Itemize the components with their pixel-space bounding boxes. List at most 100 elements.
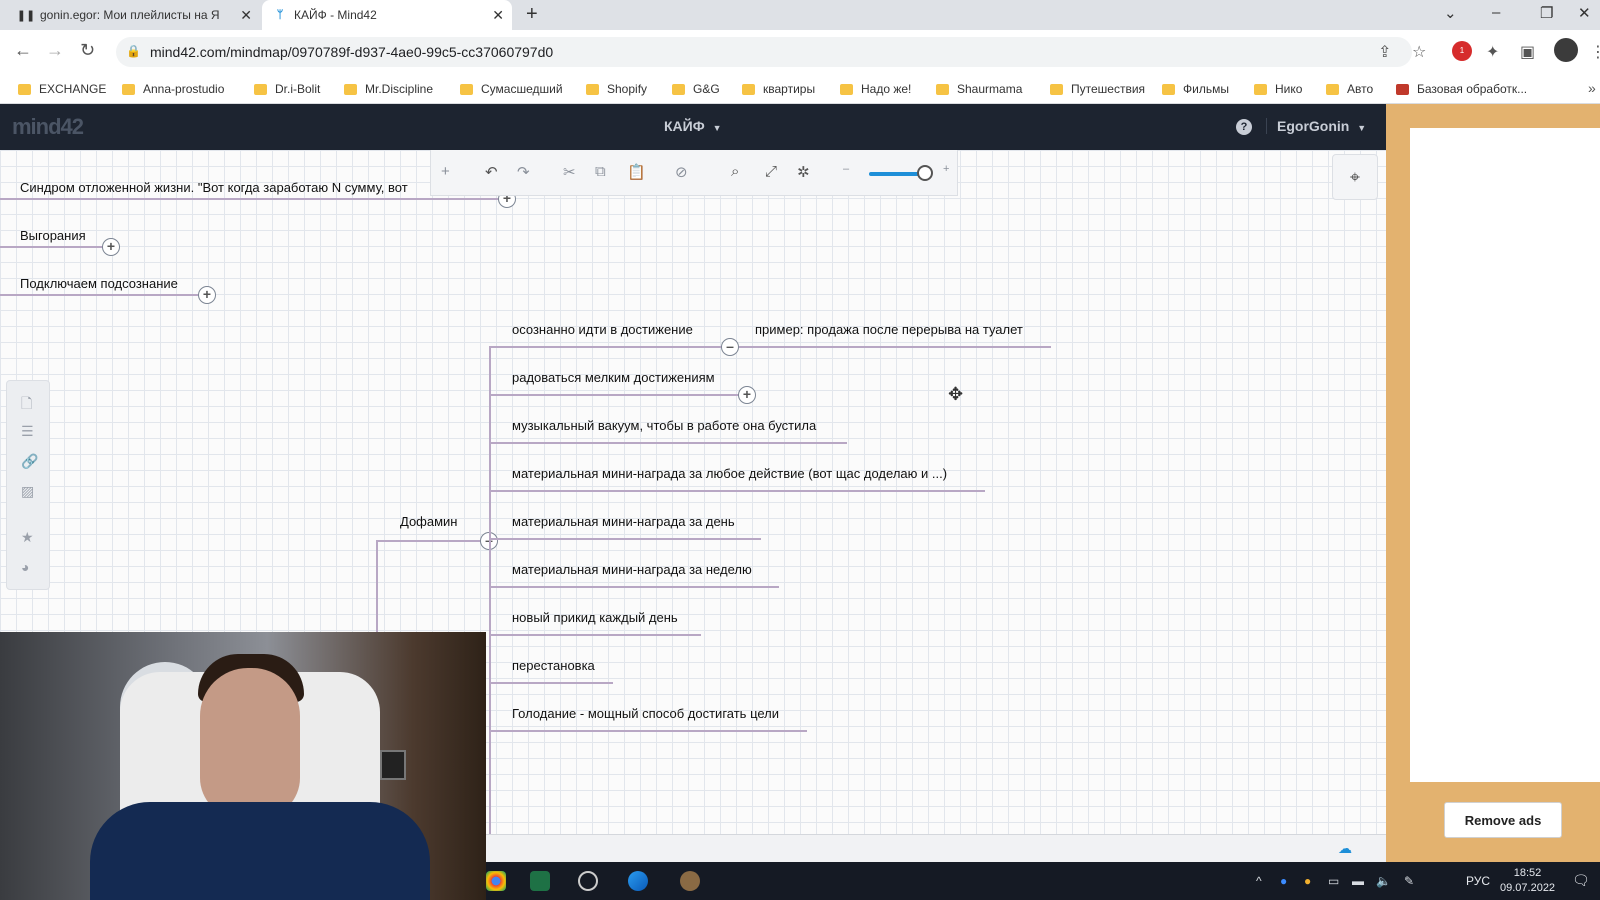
- app-logo[interactable]: mind42: [12, 114, 84, 140]
- bookmark-item[interactable]: Надо же!: [840, 82, 911, 96]
- language-indicator[interactable]: РУС: [1466, 874, 1490, 888]
- mindmap-node[interactable]: Выгорания: [20, 228, 86, 243]
- lock-icon[interactable]: 🔒: [126, 44, 141, 58]
- bookmark-item[interactable]: Авто: [1326, 82, 1373, 96]
- chevron-up-icon[interactable]: ^: [1256, 874, 1262, 888]
- app-icon[interactable]: [680, 871, 700, 891]
- browser-tab-strip: ❚❚ gonin.egor: Мои плейлисты на Я ✕ ᛘ КА…: [0, 0, 1600, 30]
- bookmark-item[interactable]: Фильмы: [1162, 82, 1229, 96]
- list-icon[interactable]: ☰: [21, 423, 34, 440]
- chevron-down-icon[interactable]: ⌄: [1444, 4, 1457, 22]
- zoom-out-icon[interactable]: –: [843, 163, 849, 175]
- cut-icon[interactable]: ✂: [563, 163, 576, 181]
- minimize-button[interactable]: –: [1492, 4, 1500, 21]
- zoom-in-icon[interactable]: +: [943, 163, 949, 175]
- notification-icon[interactable]: 🗨: [1572, 872, 1590, 889]
- link-icon[interactable]: 🔗: [21, 453, 38, 470]
- tray-app-icon[interactable]: ●: [1280, 874, 1287, 888]
- map-title-menu[interactable]: КАЙФ ▼: [664, 118, 721, 134]
- remove-ads-button[interactable]: Remove ads: [1444, 802, 1562, 838]
- copy-icon[interactable]: ⧉: [595, 163, 606, 180]
- tray-chrome-icon[interactable]: ●: [1304, 874, 1311, 888]
- reload-icon[interactable]: ↻: [80, 40, 95, 61]
- zoom-slider-handle[interactable]: [917, 165, 933, 181]
- bookmark-item[interactable]: Базовая обработк...: [1396, 82, 1527, 96]
- undo-icon[interactable]: ↶: [485, 163, 498, 181]
- close-icon[interactable]: ✕: [240, 7, 252, 24]
- note-icon[interactable]: 🗋: [21, 393, 32, 417]
- bookmark-item[interactable]: Shopify: [586, 82, 647, 96]
- expand-node-button[interactable]: +: [198, 286, 216, 304]
- user-menu[interactable]: EgorGonin ▼: [1266, 118, 1366, 134]
- star-icon[interactable]: ☆: [1412, 42, 1426, 62]
- redo-icon[interactable]: ↷: [517, 163, 530, 181]
- bookmark-item[interactable]: Сумасшедший: [460, 82, 563, 96]
- back-arrow-icon[interactable]: ←: [14, 40, 32, 61]
- mindmap-node[interactable]: радоваться мелким достижениям: [512, 370, 715, 385]
- bookmark-item[interactable]: Dr.i-Bolit: [254, 82, 320, 96]
- node-connector: [489, 730, 807, 732]
- collapse-node-button[interactable]: –: [721, 338, 739, 356]
- close-window-button[interactable]: ✕: [1578, 4, 1591, 22]
- mindmap-node[interactable]: пример: продажа после перерыва на туалет: [755, 322, 1023, 337]
- avatar[interactable]: [1554, 38, 1578, 62]
- mindmap-node[interactable]: материальная мини-награда за неделю: [512, 562, 752, 577]
- mindmap-node[interactable]: перестановка: [512, 658, 595, 673]
- add-node-icon[interactable]: +: [441, 163, 450, 180]
- app-icon[interactable]: [628, 871, 648, 891]
- mindmap-node[interactable]: осознанно идти в достижение: [512, 322, 693, 337]
- palette-icon[interactable]: ◕: [21, 559, 29, 575]
- mindmap-node[interactable]: музыкальный вакуум, чтобы в работе она б…: [512, 418, 816, 433]
- mindmap-node[interactable]: материальная мини-награда за день: [512, 514, 735, 529]
- expand-node-button[interactable]: +: [102, 238, 120, 256]
- share-icon[interactable]: ⇪: [1378, 42, 1391, 62]
- expand-all-icon[interactable]: ✲: [797, 163, 810, 181]
- new-tab-button[interactable]: +: [526, 3, 538, 26]
- browser-tab-yandex[interactable]: ❚❚ gonin.egor: Мои плейлисты на Я ✕: [8, 0, 260, 30]
- cloud-sync-icon[interactable]: ☁: [1338, 840, 1352, 857]
- mindmap-node[interactable]: Синдром отложенной жизни. "Вот когда зар…: [20, 180, 408, 195]
- mindmap-node[interactable]: Голодание - мощный способ достигать цели: [512, 706, 779, 721]
- pen-icon[interactable]: ✎: [1404, 874, 1414, 888]
- expand-node-button[interactable]: +: [738, 386, 756, 404]
- ad-area[interactable]: [1410, 128, 1600, 782]
- chevron-right-icon[interactable]: »: [1588, 80, 1596, 96]
- bookmark-item[interactable]: Mr.Discipline: [344, 82, 433, 96]
- forward-arrow-icon[interactable]: →: [46, 40, 64, 61]
- bookmark-item[interactable]: квартиры: [742, 82, 815, 96]
- volume-icon[interactable]: 🔈: [1376, 874, 1391, 888]
- extension-badge[interactable]: 1: [1452, 41, 1472, 61]
- bookmark-item[interactable]: Anna-prostudio: [122, 82, 224, 96]
- center-map-button[interactable]: ⌖: [1332, 154, 1378, 200]
- clock-app-icon[interactable]: [578, 871, 598, 891]
- search-icon[interactable]: ⌕: [731, 163, 739, 180]
- mindmap-node[interactable]: Подключаем подсознание: [20, 276, 178, 291]
- restore-button[interactable]: ❐: [1540, 4, 1553, 22]
- battery-icon[interactable]: ▬: [1352, 874, 1364, 888]
- bookmark-item[interactable]: Путешествия: [1050, 82, 1145, 96]
- excel-icon[interactable]: [530, 871, 550, 891]
- clock[interactable]: 18:52 09.07.2022: [1500, 866, 1555, 896]
- bookmark-item[interactable]: Нико: [1254, 82, 1302, 96]
- mindmap-node[interactable]: материальная мини-награда за любое дейст…: [512, 466, 947, 481]
- close-icon[interactable]: ✕: [492, 7, 504, 24]
- star-icon[interactable]: ★: [21, 529, 34, 546]
- help-icon[interactable]: ?: [1236, 119, 1252, 135]
- bookmark-item[interactable]: Shaurmama: [936, 82, 1022, 96]
- fit-screen-icon[interactable]: ⤢: [765, 163, 777, 180]
- mindmap-node-parent[interactable]: Дофамин: [400, 514, 457, 529]
- network-icon[interactable]: ▭: [1328, 874, 1339, 888]
- image-icon[interactable]: ▨: [21, 483, 34, 500]
- chrome-icon[interactable]: [486, 871, 506, 891]
- paste-icon[interactable]: 📋: [627, 163, 646, 181]
- bookmark-item[interactable]: EXCHANGE: [18, 82, 106, 96]
- bookmark-item[interactable]: G&G: [672, 82, 720, 96]
- delete-icon[interactable]: ⊘: [675, 163, 688, 181]
- browser-tab-mind42[interactable]: ᛘ КАЙФ - Mind42 ✕: [262, 0, 512, 30]
- address-bar[interactable]: 🔒 mind42.com/mindmap/0970789f-d937-4ae0-…: [116, 37, 1412, 67]
- sidebar-icon[interactable]: ▣: [1520, 42, 1535, 62]
- mindmap-node[interactable]: новый прикид каждый день: [512, 610, 678, 625]
- puzzle-icon[interactable]: ✦: [1486, 42, 1499, 62]
- url-text[interactable]: mind42.com/mindmap/0970789f-d937-4ae0-99…: [150, 44, 553, 60]
- kebab-menu-icon[interactable]: ⋮: [1590, 42, 1600, 62]
